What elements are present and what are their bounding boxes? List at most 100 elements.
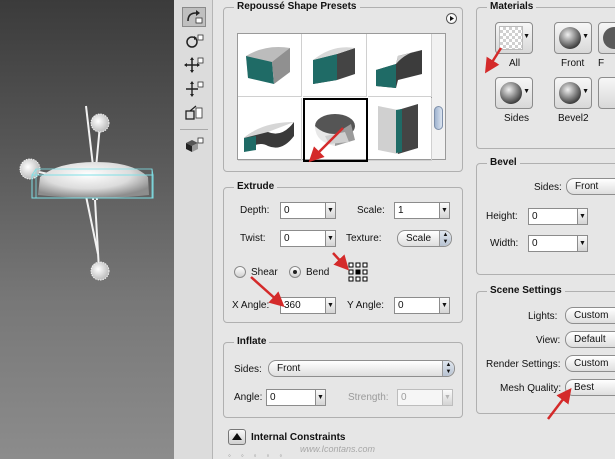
sphere-swatch-icon <box>559 27 581 49</box>
material-front-button[interactable]: ▼ <box>554 22 592 54</box>
roll-tool-icon[interactable] <box>182 31 206 51</box>
chevron-down-icon[interactable]: ▼ <box>325 298 335 313</box>
mesh-quality-label: Mesh Quality: <box>500 383 562 394</box>
slide-tool-icon[interactable] <box>182 79 206 99</box>
material-sides-button[interactable]: ▼ <box>495 77 533 109</box>
bend-radio[interactable] <box>289 266 301 278</box>
preset-grid <box>237 33 432 162</box>
preset-item[interactable] <box>368 34 432 97</box>
play-circle-icon <box>450 16 454 21</box>
material-overflow-button[interactable] <box>598 22 615 54</box>
mesh-quality-select[interactable]: Best <box>565 379 615 396</box>
sphere-swatch-icon <box>559 82 581 104</box>
depth-value: 0 <box>284 205 290 216</box>
material-overflow-button[interactable] <box>598 77 615 109</box>
preset-item[interactable] <box>303 98 368 162</box>
rotate-tool-icon[interactable] <box>182 7 206 27</box>
inflate-panel: Inflate <box>223 336 463 418</box>
chevron-down-icon[interactable]: ▼ <box>325 231 335 246</box>
preset-item[interactable] <box>238 34 302 97</box>
3d-viewport[interactable] <box>0 0 174 459</box>
inflate-sides-value: Front <box>277 363 301 374</box>
materials-title: Materials <box>487 1 537 13</box>
scale-field[interactable]: 1 ▼ <box>394 202 450 219</box>
material-front-label: Front <box>561 58 585 69</box>
y-angle-label: Y Angle: <box>347 300 385 311</box>
inflate-strength-value: 0 <box>401 392 407 403</box>
chevron-down-icon: ▼ <box>523 88 530 95</box>
x-angle-field[interactable]: 360 ▼ <box>280 297 336 314</box>
drag-tool-icon[interactable] <box>182 55 206 75</box>
preset-item[interactable] <box>238 98 302 161</box>
bevel-sides-label: Sides: <box>534 182 562 193</box>
chevron-down-icon: ▼ <box>582 33 589 40</box>
depth-label: Depth: <box>240 205 270 216</box>
inflate-strength-label: Strength: <box>348 392 389 403</box>
sphere-swatch-icon <box>500 82 522 104</box>
view-select[interactable]: Default <box>565 331 615 348</box>
chevron-down-icon: ▼ <box>442 390 452 405</box>
material-all-button[interactable]: ▼ <box>495 22 533 54</box>
bevel-sides-value: Front <box>575 181 599 192</box>
lights-label: Lights: <box>528 311 558 322</box>
chevron-down-icon[interactable]: ▼ <box>315 390 325 405</box>
scale-label: Scale: <box>357 205 385 216</box>
inflate-title: Inflate <box>234 336 270 348</box>
x-angle-value: 360 <box>284 300 301 311</box>
inflate-strength-field: 0 ▼ <box>397 389 453 406</box>
render-settings-select[interactable]: Custom <box>565 355 615 372</box>
transparent-swatch-icon <box>499 26 523 50</box>
material-overflow-label: F <box>598 58 605 69</box>
chevron-down-icon: ▼ <box>582 88 589 95</box>
shear-label: Shear <box>251 267 278 278</box>
3d-toolbar <box>174 0 213 459</box>
inflate-angle-field[interactable]: 0 ▼ <box>266 389 326 406</box>
extrude-title: Extrude <box>234 181 278 193</box>
bevel-title: Bevel <box>487 157 520 169</box>
render-settings-label: Render Settings: <box>486 359 561 370</box>
bevel-height-field[interactable]: 0 ▼ <box>528 208 588 225</box>
presets-menu-button[interactable] <box>446 13 457 24</box>
twist-field[interactable]: 0 ▼ <box>280 230 336 247</box>
inflate-sides-select[interactable]: Front ▲ ▼ <box>268 360 455 377</box>
chevron-down-icon[interactable]: ▼ <box>577 209 587 224</box>
y-angle-value: 0 <box>398 300 404 311</box>
material-bevel2-button[interactable]: ▼ <box>554 77 592 109</box>
texture-value: Scale <box>406 233 432 244</box>
chevron-down-icon: ▼ <box>523 33 530 40</box>
bevel-width-value: 0 <box>532 238 538 249</box>
bevel-sides-select[interactable]: Front <box>566 178 615 195</box>
twist-label: Twist: <box>240 233 266 244</box>
presets-scrollbar[interactable] <box>432 33 446 160</box>
lights-select[interactable]: Custom <box>565 307 615 324</box>
x-angle-label: X Angle: <box>232 300 270 311</box>
preset-item[interactable] <box>303 34 367 97</box>
shear-radio[interactable] <box>234 266 246 278</box>
preset-item[interactable] <box>368 98 432 161</box>
lights-tool-icon[interactable] <box>182 135 206 155</box>
chevron-down-icon[interactable]: ▼ <box>439 298 449 313</box>
depth-field[interactable]: 0 ▼ <box>280 202 336 219</box>
reference-point-grid-icon[interactable] <box>348 262 368 282</box>
material-sides-label: Sides <box>504 113 530 124</box>
scene-settings-title: Scene Settings <box>487 285 565 297</box>
bevel-height-label: Height: <box>486 211 518 222</box>
scale-tool-icon[interactable] <box>182 103 206 123</box>
twist-value: 0 <box>284 233 290 244</box>
constraint-tool-row: ◦◦◦◦◦ <box>228 451 293 459</box>
bevel-width-field[interactable]: 0 ▼ <box>528 235 588 252</box>
texture-label: Texture: <box>346 233 382 244</box>
3d-mesh-object[interactable] <box>31 162 154 199</box>
sphere-swatch-icon <box>603 27 615 49</box>
updown-arrows-icon: ▲ ▼ <box>442 361 454 376</box>
scroll-thumb[interactable] <box>434 106 443 130</box>
chevron-down-icon[interactable]: ▼ <box>325 203 335 218</box>
internal-constraints-toggle[interactable] <box>228 429 246 445</box>
material-bevel2-label: Bevel2 <box>558 113 589 124</box>
texture-select[interactable]: Scale ▲ ▼ <box>397 230 452 247</box>
chevron-down-icon[interactable]: ▼ <box>577 236 587 251</box>
presets-title: Repoussé Shape Presets <box>234 1 360 13</box>
inflate-angle-label: Angle: <box>234 392 263 403</box>
y-angle-field[interactable]: 0 ▼ <box>394 297 450 314</box>
chevron-down-icon[interactable]: ▼ <box>439 203 449 218</box>
